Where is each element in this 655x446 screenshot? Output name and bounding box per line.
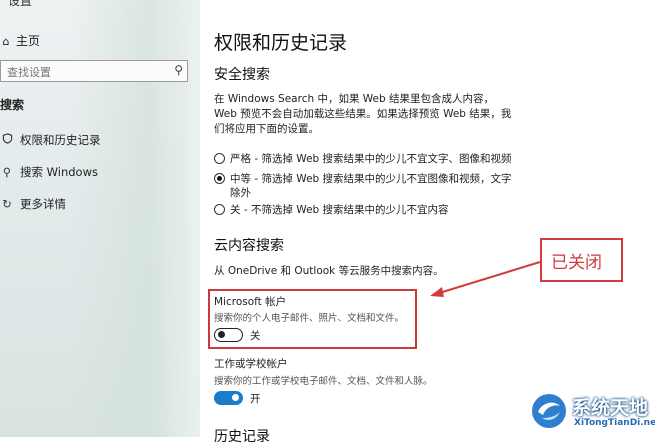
radio-label: 严格 - 筛选掉 Web 搜索结果中的少儿不宜文字、图像和视频 xyxy=(230,153,512,165)
main-content: 权限和历史记录 安全搜索 在 Windows Search 中，如果 Web 结… xyxy=(200,0,655,445)
page-title: 权限和历史记录 xyxy=(214,32,348,54)
refresh-icon: ↻ xyxy=(2,197,12,211)
microsoft-account-label: Microsoft 帐户 xyxy=(214,296,287,308)
work-account-label: 工作或学校帐户 xyxy=(214,358,288,370)
sidebar-section-title: 搜索 xyxy=(0,98,25,112)
annotation-callout: 已关闭 xyxy=(540,238,623,282)
sidebar-item-search-windows[interactable]: ⚲ 搜索 Windows xyxy=(0,164,98,180)
app-title: 设置 xyxy=(8,0,33,8)
cloud-search-description: 从 OneDrive 和 Outlook 等云服务中搜索内容。 xyxy=(214,265,444,277)
sidebar-item-label: 更多详情 xyxy=(20,197,66,211)
home-icon: ⌂ xyxy=(2,35,10,48)
search-placeholder: 查找设置 xyxy=(7,66,51,79)
watermark-title: 系统天地 xyxy=(572,397,649,419)
watermark-url: XiTongTianDi.net xyxy=(574,418,655,428)
radio-button[interactable] xyxy=(214,204,225,215)
cloud-search-heading: 云内容搜索 xyxy=(214,238,284,254)
work-toggle-state: 开 xyxy=(250,393,261,405)
microsoft-toggle-state: 关 xyxy=(250,330,261,342)
sidebar-item-permissions[interactable]: 权限和历史记录 xyxy=(0,132,101,148)
sidebar-item-label: 搜索 Windows xyxy=(20,165,98,179)
microsoft-account-toggle[interactable] xyxy=(214,328,243,342)
radio-label: 关 - 不筛选掉 Web 搜索结果中的少儿不宜内容 xyxy=(230,204,449,216)
sidebar-item-home[interactable]: ⌂ 主页 xyxy=(0,32,41,49)
safe-search-heading: 安全搜索 xyxy=(214,67,270,83)
watermark-logo-icon xyxy=(532,394,566,428)
radio-button[interactable] xyxy=(214,153,225,164)
annotation-text: 已关闭 xyxy=(551,253,602,273)
history-heading: 历史记录 xyxy=(214,429,270,445)
work-account-description: 搜索你的工作或学校电子邮件、文档、文件和人脉。 xyxy=(214,376,433,387)
safe-search-description: 在 Windows Search 中，如果 Web 结果里包含成人内容，Web … xyxy=(214,93,512,135)
search-icon: ⚲ xyxy=(2,165,12,179)
sidebar-item-label: 权限和历史记录 xyxy=(20,133,101,147)
sidebar: 设置 ⌂ 主页 查找设置 ⚲ 搜索 权限和历史记录 ⚲ 搜索 Windows ↻ 更多… xyxy=(0,0,200,437)
microsoft-account-description: 搜索你的个人电子邮件、照片、文档和文件。 xyxy=(214,313,405,324)
shield-icon xyxy=(0,133,14,147)
radio-label: 中等 - 筛选掉 Web 搜索结果中的少儿不宜图像和视频，文字除外 xyxy=(230,173,512,199)
search-icon[interactable]: ⚲ xyxy=(174,63,183,77)
radio-button-selected[interactable] xyxy=(214,173,225,184)
search-input[interactable]: 查找设置 ⚲ xyxy=(0,60,188,82)
sidebar-home-label: 主页 xyxy=(16,34,41,48)
sidebar-item-more-details[interactable]: ↻ 更多详情 xyxy=(0,196,66,212)
watermark: 系统天地 XiTongTianDi.net xyxy=(530,388,655,437)
work-account-toggle[interactable] xyxy=(214,391,243,405)
